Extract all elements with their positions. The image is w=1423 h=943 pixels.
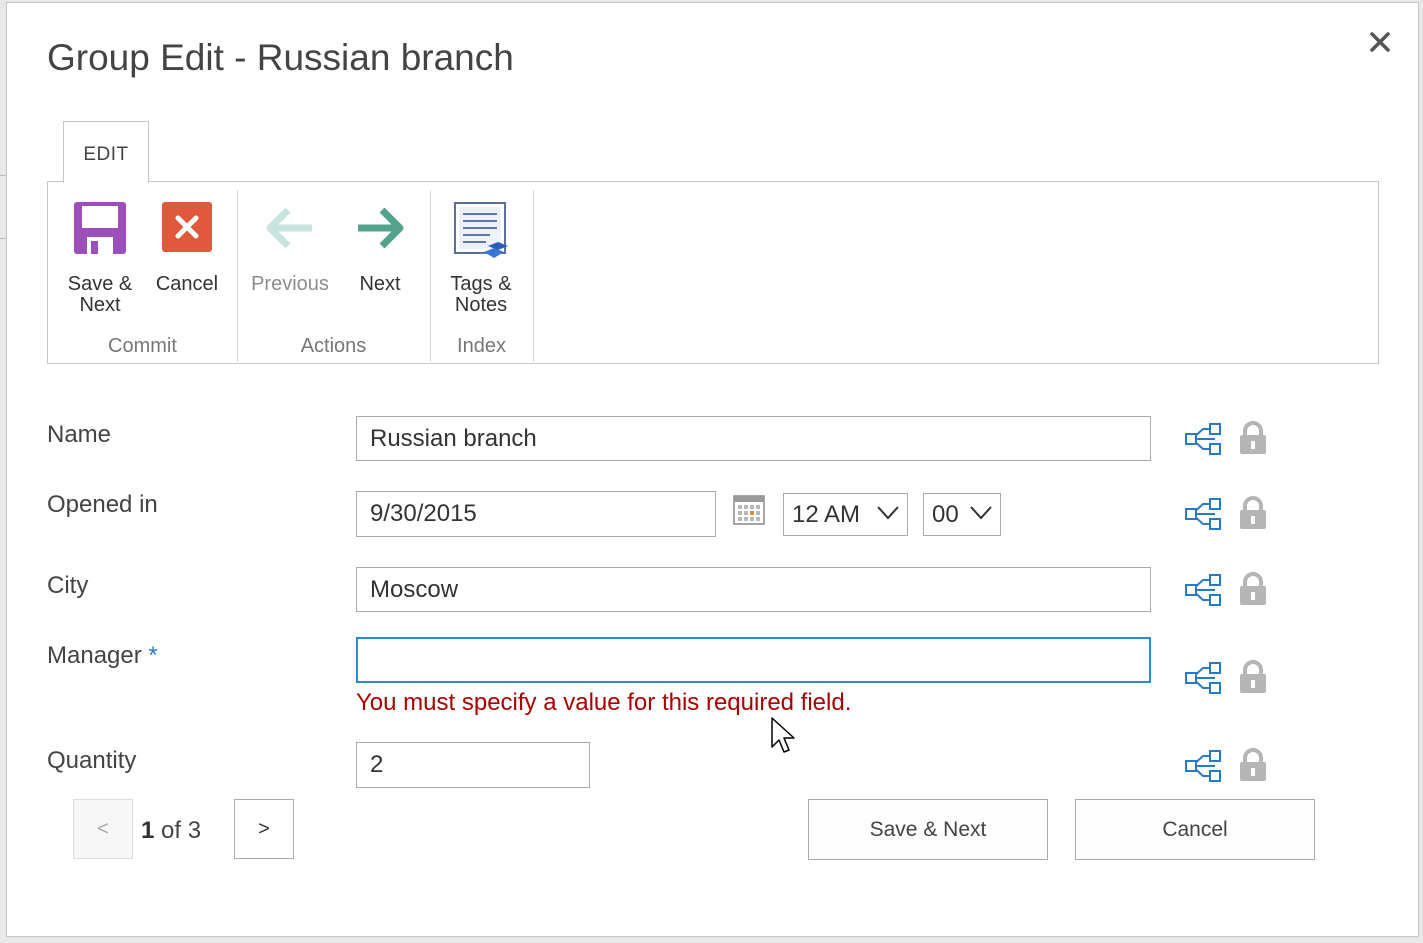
arrow-right-icon (358, 208, 404, 248)
manager-label-text: Manager (47, 642, 142, 669)
mouse-cursor (771, 717, 797, 762)
close-button[interactable] (1365, 27, 1395, 57)
lock-icon (1240, 660, 1266, 693)
quantity-label: Quantity (47, 747, 137, 774)
share-button[interactable] (1185, 573, 1221, 612)
calendar-icon (733, 495, 765, 525)
chevron-down-icon (877, 506, 899, 520)
ribbon-group-label-index: Index (457, 335, 506, 357)
share-button[interactable] (1185, 661, 1221, 700)
share-icon (1185, 662, 1221, 694)
share-button[interactable] (1185, 497, 1221, 536)
share-button[interactable] (1185, 749, 1221, 788)
share-button[interactable] (1185, 422, 1221, 461)
ribbon-previous-button[interactable]: Previous (245, 202, 335, 295)
pager-of-text: of 3 (161, 817, 202, 844)
ribbon-group-index: Tags & Notes Index (430, 190, 534, 362)
pager-prev-button[interactable]: < (73, 799, 133, 859)
chevron-down-icon (970, 506, 992, 520)
share-icon (1185, 498, 1221, 530)
close-icon (1370, 32, 1390, 52)
ribbon-previous-label: Previous (251, 273, 329, 295)
ribbon-save-next-label: Save & Next (67, 273, 133, 316)
arrow-left-icon (266, 208, 312, 248)
hour-select[interactable]: 12 AM (783, 493, 908, 536)
share-icon (1185, 423, 1221, 455)
lock-icon (1240, 421, 1266, 454)
city-label: City (47, 572, 89, 599)
floppy-disk-icon (74, 202, 126, 254)
manager-input[interactable] (356, 637, 1151, 683)
share-icon (1185, 574, 1221, 606)
lock-icon (1240, 496, 1266, 529)
lock-button[interactable] (1239, 572, 1267, 611)
opened-in-date-input[interactable] (356, 491, 716, 537)
tags-notes-icon (454, 202, 508, 258)
required-asterisk: * (148, 642, 158, 669)
calendar-button[interactable] (733, 495, 765, 530)
lock-icon (1240, 572, 1266, 605)
ribbon-group-label-actions: Actions (300, 335, 367, 357)
ribbon-cancel-button[interactable]: Cancel (148, 202, 226, 295)
quantity-input[interactable] (356, 742, 590, 788)
red-x-icon (162, 202, 212, 252)
lock-button[interactable] (1239, 660, 1267, 699)
manager-error-message: You must specify a value for this requir… (356, 689, 852, 716)
ribbon: Save & Next Cancel Commit Previous Next … (47, 181, 1379, 364)
opened-in-label: Opened in (47, 491, 158, 518)
pager-position: 1 of 3 (141, 817, 201, 845)
pager-next-button[interactable]: > (234, 799, 294, 859)
dialog-title: Group Edit - Russian branch (47, 37, 514, 78)
minute-value: 00 (932, 500, 959, 528)
ribbon-group-actions: Previous Next Actions (237, 190, 431, 362)
save-next-button[interactable]: Save & Next (808, 799, 1048, 860)
pager-current: 1 (141, 817, 155, 844)
lock-icon (1240, 748, 1266, 781)
group-edit-dialog: Group Edit - Russian branch EDIT Save & … (6, 2, 1419, 937)
cancel-button[interactable]: Cancel (1075, 799, 1315, 860)
name-label: Name (47, 421, 112, 448)
ribbon-next-label: Next (359, 273, 401, 295)
mouse-pointer-icon (771, 717, 795, 753)
minute-select[interactable]: 00 (923, 493, 1001, 536)
city-input[interactable] (356, 567, 1151, 612)
lock-button[interactable] (1239, 496, 1267, 535)
lock-button[interactable] (1239, 421, 1267, 460)
tab-edit[interactable]: EDIT (63, 121, 149, 183)
ribbon-group-commit: Save & Next Cancel Commit (48, 190, 238, 362)
ribbon-next-button[interactable]: Next (343, 202, 417, 295)
lock-button[interactable] (1239, 748, 1267, 787)
ribbon-tags-notes-label: Tags & Notes (450, 273, 512, 316)
manager-label: Manager * (47, 642, 158, 670)
ribbon-group-label-commit: Commit (108, 335, 177, 357)
ribbon-cancel-label: Cancel (155, 273, 219, 295)
hour-value: 12 AM (792, 500, 861, 528)
ribbon-save-next-button[interactable]: Save & Next (60, 202, 140, 316)
share-icon (1185, 750, 1221, 782)
name-input[interactable] (356, 416, 1151, 461)
ribbon-tags-notes-button[interactable]: Tags & Notes (436, 202, 526, 316)
